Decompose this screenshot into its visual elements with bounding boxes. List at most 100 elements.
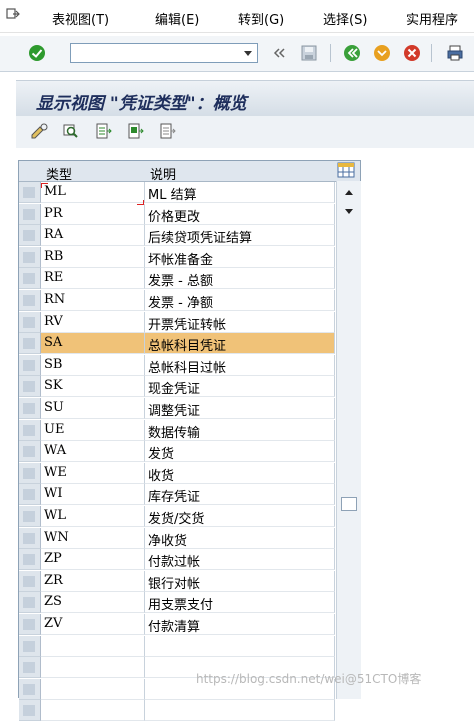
cell-type[interactable]: [41, 700, 145, 721]
row-selector[interactable]: [19, 678, 41, 700]
cell-description[interactable]: 净收货: [145, 527, 335, 549]
cell-description[interactable]: 总帐科目过帐: [145, 354, 335, 376]
cell-description[interactable]: 现金凭证: [145, 376, 335, 398]
table-row[interactable]: UE 数据传输: [19, 419, 360, 441]
cell-type[interactable]: SU: [41, 398, 145, 419]
row-selector[interactable]: [19, 182, 41, 203]
save-icon[interactable]: [300, 44, 318, 62]
table-row[interactable]: ZS 用支票支付: [19, 592, 360, 614]
table-row[interactable]: ML ML 结算: [19, 182, 360, 203]
row-selector[interactable]: [19, 203, 41, 225]
cell-description[interactable]: [145, 700, 335, 721]
row-selector[interactable]: [19, 592, 41, 614]
cell-type[interactable]: SB: [41, 354, 145, 376]
table-row[interactable]: WL 发货/交货: [19, 506, 360, 527]
menu-edit[interactable]: 编辑(E): [155, 9, 199, 28]
cell-description[interactable]: 数据传输: [145, 419, 335, 441]
table-row[interactable]: RE 发票 - 总额: [19, 268, 360, 290]
row-selector[interactable]: [19, 484, 41, 506]
cell-type[interactable]: WE: [41, 462, 145, 484]
menu-select[interactable]: 选择(S): [323, 9, 367, 28]
cell-type[interactable]: ZS: [41, 592, 145, 614]
row-selector[interactable]: [19, 268, 41, 290]
cell-type[interactable]: PR: [41, 203, 145, 225]
cell-type[interactable]: ZP: [41, 549, 145, 571]
table-row[interactable]: WE 收货: [19, 462, 360, 484]
cell-type[interactable]: WA: [41, 441, 145, 463]
cell-description[interactable]: 付款清算: [145, 614, 335, 635]
table-row[interactable]: RN 发票 - 净额: [19, 290, 360, 311]
menu-goto[interactable]: 转到(G): [238, 9, 284, 28]
table-row[interactable]: ZV 付款清算: [19, 614, 360, 635]
deselect-all-icon[interactable]: [158, 123, 176, 139]
cell-type[interactable]: RA: [41, 225, 145, 247]
table-row[interactable]: WN 净收货: [19, 527, 360, 549]
row-selector[interactable]: [19, 290, 41, 311]
column-header-type[interactable]: 类型: [46, 164, 72, 183]
cell-description[interactable]: 银行对帐: [145, 570, 335, 592]
table-row[interactable]: WA 发货: [19, 441, 360, 463]
cell-description[interactable]: 发票 - 净额: [145, 290, 335, 311]
cell-type[interactable]: WN: [41, 527, 145, 549]
row-selector[interactable]: [19, 657, 41, 679]
scroll-up-icon[interactable]: [342, 187, 356, 199]
cell-description[interactable]: 付款过帐: [145, 549, 335, 571]
cell-description[interactable]: 发票 - 总额: [145, 268, 335, 290]
cell-description[interactable]: 总帐科目凭证: [145, 333, 335, 355]
row-selector[interactable]: [19, 700, 41, 721]
column-header-description[interactable]: 说明: [150, 164, 176, 183]
table-row[interactable]: SK 现金凭证: [19, 376, 360, 398]
cell-type[interactable]: [41, 657, 145, 679]
row-selector[interactable]: [19, 419, 41, 441]
row-selector[interactable]: [19, 246, 41, 268]
table-row[interactable]: PR 价格更改: [19, 203, 360, 225]
cell-description[interactable]: 收货: [145, 462, 335, 484]
cell-type[interactable]: WL: [41, 506, 145, 527]
cell-description[interactable]: 发货: [145, 441, 335, 463]
collapse-double-left-icon[interactable]: [270, 44, 288, 62]
row-selector[interactable]: [19, 614, 41, 635]
cell-description[interactable]: ML 结算: [145, 182, 335, 203]
cell-type[interactable]: WI: [41, 484, 145, 506]
menu-window-icon[interactable]: [6, 8, 20, 20]
table-row[interactable]: RB 坏帐准备金: [19, 246, 360, 268]
cell-description[interactable]: 价格更改: [145, 203, 335, 225]
scroll-down-icon[interactable]: [342, 205, 356, 217]
cell-description[interactable]: 坏帐准备金: [145, 246, 335, 268]
cell-description[interactable]: 库存凭证: [145, 484, 335, 506]
cell-type[interactable]: ZR: [41, 570, 145, 592]
row-selector[interactable]: [19, 398, 41, 419]
row-selector[interactable]: [19, 527, 41, 549]
cell-type[interactable]: [41, 635, 145, 657]
cell-type[interactable]: RV: [41, 311, 145, 333]
row-selector[interactable]: [19, 354, 41, 376]
cell-type[interactable]: UE: [41, 419, 145, 441]
select-all-icon[interactable]: [94, 123, 112, 139]
cell-type[interactable]: RB: [41, 246, 145, 268]
table-row[interactable]: ZP 付款过帐: [19, 549, 360, 571]
table-row[interactable]: [19, 635, 360, 657]
cell-type[interactable]: ZV: [41, 614, 145, 635]
cell-type[interactable]: [41, 678, 145, 700]
cell-description[interactable]: 用支票支付: [145, 592, 335, 614]
check-icon[interactable]: [28, 44, 46, 62]
select-block-icon[interactable]: [126, 123, 144, 139]
table-row[interactable]: RV 开票凭证转帐: [19, 311, 360, 333]
menu-utilities[interactable]: 实用程序: [406, 9, 458, 28]
cell-description[interactable]: [145, 635, 335, 657]
exit-icon[interactable]: [373, 44, 391, 62]
chevron-down-icon[interactable]: [241, 47, 255, 59]
table-row[interactable]: WI 库存凭证: [19, 484, 360, 506]
cell-description[interactable]: 调整凭证: [145, 398, 335, 419]
vertical-scrollbar[interactable]: [336, 181, 361, 699]
table-row[interactable]: SB 总帐科目过帐: [19, 354, 360, 376]
display-change-icon[interactable]: [30, 123, 48, 139]
cell-type[interactable]: SK: [41, 376, 145, 398]
table-settings-icon[interactable]: [337, 162, 355, 178]
cell-description[interactable]: 后续贷项凭证结算: [145, 225, 335, 247]
row-selector[interactable]: [19, 376, 41, 398]
row-selector[interactable]: [19, 441, 41, 463]
row-selector[interactable]: [19, 506, 41, 527]
row-selector[interactable]: [19, 549, 41, 571]
row-selector[interactable]: [19, 635, 41, 657]
